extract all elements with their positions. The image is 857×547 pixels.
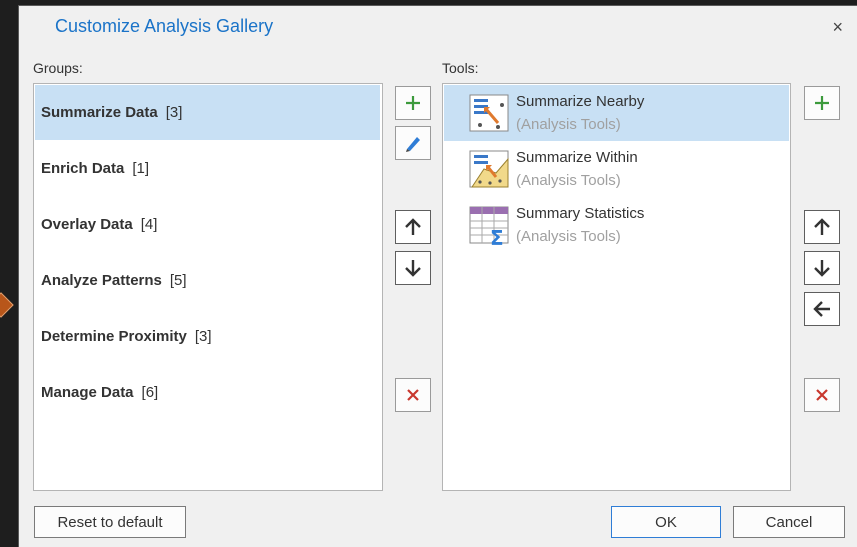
tool-item-summarize-nearby[interactable]: Summarize Nearby (Analysis Tools)	[444, 85, 789, 141]
arrow-down-icon	[814, 260, 830, 277]
group-count: [5]	[169, 272, 187, 289]
group-item-enrich-data[interactable]: Enrich Data [1]	[35, 141, 380, 196]
group-count: [3]	[165, 104, 183, 121]
remove-group-button[interactable]	[395, 378, 431, 412]
groups-list[interactable]: Summarize Data [3] Enrich Data [1] Overl…	[33, 83, 383, 491]
group-count: [6]	[141, 384, 159, 401]
move-group-up-button[interactable]	[395, 210, 431, 244]
group-count: [1]	[132, 160, 150, 177]
customize-analysis-gallery-dialog: Customize Analysis Gallery × Groups: Sum…	[18, 5, 857, 547]
summary-statistics-icon: Σ	[469, 206, 509, 247]
summarize-within-icon	[469, 150, 509, 188]
group-count: [4]	[140, 216, 158, 233]
edit-group-button[interactable]	[395, 126, 431, 160]
tool-name: Summarize Nearby	[516, 93, 645, 110]
background-arrow-icon	[0, 292, 14, 318]
tool-source: (Analysis Tools)	[516, 172, 621, 189]
group-name: Determine Proximity	[41, 328, 187, 345]
tool-source: (Analysis Tools)	[516, 116, 621, 133]
tool-name: Summarize Within	[516, 149, 638, 166]
tool-item-summary-statistics[interactable]: Σ Summary Statistics (Analysis Tools)	[444, 197, 789, 253]
svg-text:Σ: Σ	[490, 226, 504, 247]
pencil-icon	[406, 137, 420, 152]
tool-name: Summary Statistics	[516, 205, 645, 222]
plus-icon	[406, 96, 420, 110]
group-name: Analyze Patterns	[41, 272, 162, 289]
dialog-title: Customize Analysis Gallery	[55, 16, 274, 36]
tools-list[interactable]: Summarize Nearby (Analysis Tools) Summar…	[442, 83, 791, 491]
group-count: [3]	[194, 328, 212, 345]
tools-label: Tools:	[442, 60, 479, 76]
groups-label: Groups:	[33, 60, 83, 76]
group-item-summarize-data[interactable]: Summarize Data [3]	[35, 85, 380, 140]
add-tool-button[interactable]	[804, 86, 840, 120]
group-item-analyze-patterns[interactable]: Analyze Patterns [5]	[35, 253, 380, 308]
tool-item-summarize-within[interactable]: Summarize Within (Analysis Tools)	[444, 141, 789, 197]
ok-button[interactable]: OK	[611, 506, 721, 538]
remove-tool-button[interactable]	[804, 378, 840, 412]
remove-x-icon	[816, 389, 828, 401]
group-name: Enrich Data	[41, 160, 125, 177]
plus-icon	[815, 96, 829, 110]
group-name: Overlay Data	[41, 216, 133, 233]
group-item-overlay-data[interactable]: Overlay Data [4]	[35, 197, 380, 252]
move-group-down-button[interactable]	[395, 251, 431, 285]
arrow-left-icon	[813, 301, 830, 317]
group-item-manage-data[interactable]: Manage Data [6]	[35, 365, 380, 420]
cancel-button[interactable]: Cancel	[733, 506, 845, 538]
remove-x-icon	[407, 389, 419, 401]
arrow-down-icon	[405, 260, 421, 277]
move-tool-up-button[interactable]	[804, 210, 840, 244]
close-button[interactable]: ×	[832, 18, 843, 36]
summarize-nearby-icon	[469, 94, 509, 132]
add-group-button[interactable]	[395, 86, 431, 120]
arrow-up-icon	[405, 218, 421, 235]
tool-source: (Analysis Tools)	[516, 228, 621, 245]
reset-to-default-button[interactable]: Reset to default	[34, 506, 186, 538]
move-tool-to-group-button[interactable]	[804, 292, 840, 326]
move-tool-down-button[interactable]	[804, 251, 840, 285]
group-name: Summarize Data	[41, 104, 158, 121]
group-name: Manage Data	[41, 384, 134, 401]
arrow-up-icon	[814, 218, 830, 235]
group-item-determine-proximity[interactable]: Determine Proximity [3]	[35, 309, 380, 364]
